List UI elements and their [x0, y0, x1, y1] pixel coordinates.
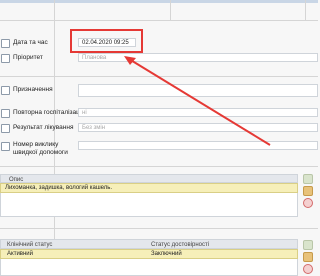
annotation-arrow-head [124, 56, 136, 65]
highlight-box [70, 29, 143, 53]
annotation-arrow-line [128, 58, 271, 146]
annotation-overlay [70, 29, 271, 146]
